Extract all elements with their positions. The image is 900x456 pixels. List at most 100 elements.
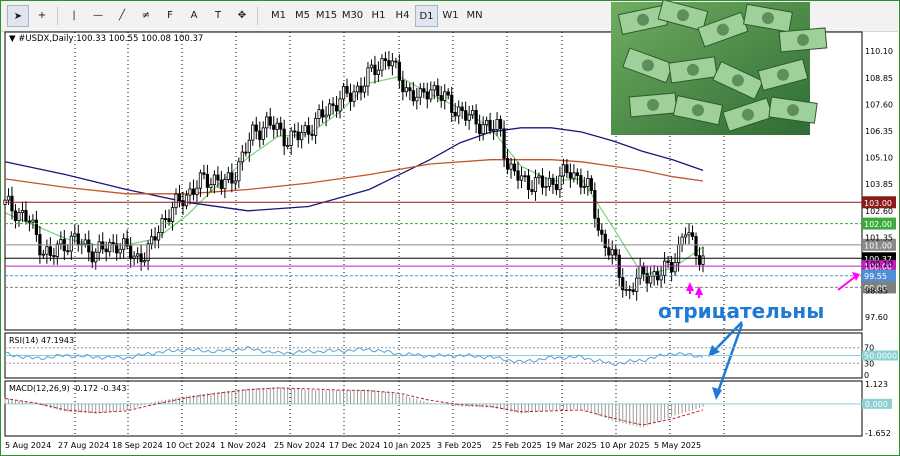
arrow-to-macd-head — [712, 387, 722, 400]
candle — [554, 175, 559, 196]
candle-body — [327, 103, 332, 116]
candle — [80, 238, 84, 255]
candle — [136, 247, 140, 264]
candle — [565, 159, 569, 179]
candle-body — [230, 172, 234, 184]
candle-body — [303, 125, 307, 133]
candle — [76, 224, 80, 252]
candle-body — [488, 119, 492, 132]
x-tick-label: 19 Mar 2025 — [546, 441, 597, 450]
macd-tick-label: -1.652 — [865, 429, 891, 438]
candle-body — [359, 85, 363, 93]
candle — [282, 119, 286, 156]
candle-body — [24, 210, 28, 222]
candle-body — [362, 85, 367, 93]
candle-body — [184, 194, 189, 207]
candle — [233, 172, 237, 190]
candle-body — [293, 130, 297, 133]
candle — [690, 225, 695, 241]
candle-body — [181, 200, 185, 207]
candle — [649, 266, 653, 288]
candle-body — [69, 235, 73, 252]
y-tick-label: 103.85 — [865, 180, 893, 189]
candle-body — [268, 116, 272, 126]
candle-body — [680, 236, 684, 246]
macd-indicator: MACD(12,26,9) -0.172 -0.343 1.123 0.000 -1.… — [4, 380, 892, 438]
candle-body — [97, 241, 101, 253]
level-price-label: 101.00 — [864, 241, 892, 250]
candle — [425, 82, 429, 109]
macd-pane[interactable] — [4, 380, 863, 437]
candle — [373, 55, 377, 84]
candle-body — [649, 275, 653, 284]
candle — [17, 207, 21, 227]
candle-body — [614, 249, 618, 256]
candle — [366, 61, 370, 96]
macd-tick-label: 1.123 — [865, 380, 888, 389]
candle-body — [495, 119, 499, 131]
candle — [669, 256, 674, 282]
y-tick-label: 108.85 — [865, 74, 893, 83]
candle — [163, 209, 168, 229]
candle-body — [481, 124, 485, 135]
candle — [272, 116, 276, 139]
x-tick-label: 10 Jan 2025 — [383, 441, 431, 450]
candle-body — [314, 118, 318, 136]
x-axis: 5 Aug 2024 27 Aug 2024 18 Sep 2024 10 Oct 2… — [5, 441, 701, 450]
rsi-tick-label: 30 — [864, 359, 874, 368]
candle — [387, 50, 391, 70]
candle — [579, 168, 583, 195]
candle-body — [366, 67, 370, 87]
candle — [97, 234, 101, 261]
chart-canvas[interactable]: 103.00102.00101.00100.37100.0099.5599.00… — [0, 0, 900, 456]
candle-body — [341, 85, 346, 100]
banknote — [778, 27, 828, 53]
candle-body — [453, 112, 457, 117]
candle-body — [422, 88, 426, 93]
candle-body — [457, 106, 461, 117]
candle — [87, 230, 91, 262]
candle-body — [348, 92, 353, 102]
y-tick-label: 110.10 — [865, 47, 893, 56]
candle — [603, 229, 607, 257]
candle-body — [523, 175, 527, 178]
candle — [519, 166, 524, 189]
candle — [314, 112, 318, 145]
candle-body — [94, 251, 98, 263]
candle-body — [471, 110, 475, 116]
candle — [115, 234, 119, 261]
candle — [352, 84, 356, 107]
candle-body — [586, 178, 590, 187]
candle — [188, 182, 192, 205]
candle — [401, 70, 405, 101]
candle — [327, 98, 332, 119]
x-tick-label: 10 Apr 2025 — [600, 441, 649, 450]
candle-body — [635, 277, 639, 292]
candle — [523, 170, 527, 183]
candle — [575, 168, 579, 185]
candle — [376, 61, 381, 82]
x-tick-label: 17 Dec 2024 — [329, 441, 380, 450]
candle-body — [73, 233, 77, 237]
candle — [338, 90, 342, 119]
candle — [624, 280, 628, 297]
candle-body — [694, 236, 698, 256]
candle-body — [282, 128, 286, 147]
candle — [390, 53, 394, 76]
candle-body — [279, 122, 283, 130]
candle-body — [666, 260, 670, 263]
candle — [83, 233, 87, 248]
candle-body — [205, 173, 210, 188]
candle — [617, 249, 621, 287]
candle — [544, 176, 548, 197]
candle-body — [34, 219, 39, 235]
candle-body — [202, 172, 206, 175]
candle — [369, 59, 374, 73]
candle — [108, 238, 112, 257]
candle — [701, 246, 705, 273]
candle-body — [697, 255, 702, 265]
candle-body — [212, 174, 216, 186]
candle — [202, 164, 206, 180]
candle-body — [464, 110, 468, 121]
up-arrow-stem — [698, 294, 700, 298]
